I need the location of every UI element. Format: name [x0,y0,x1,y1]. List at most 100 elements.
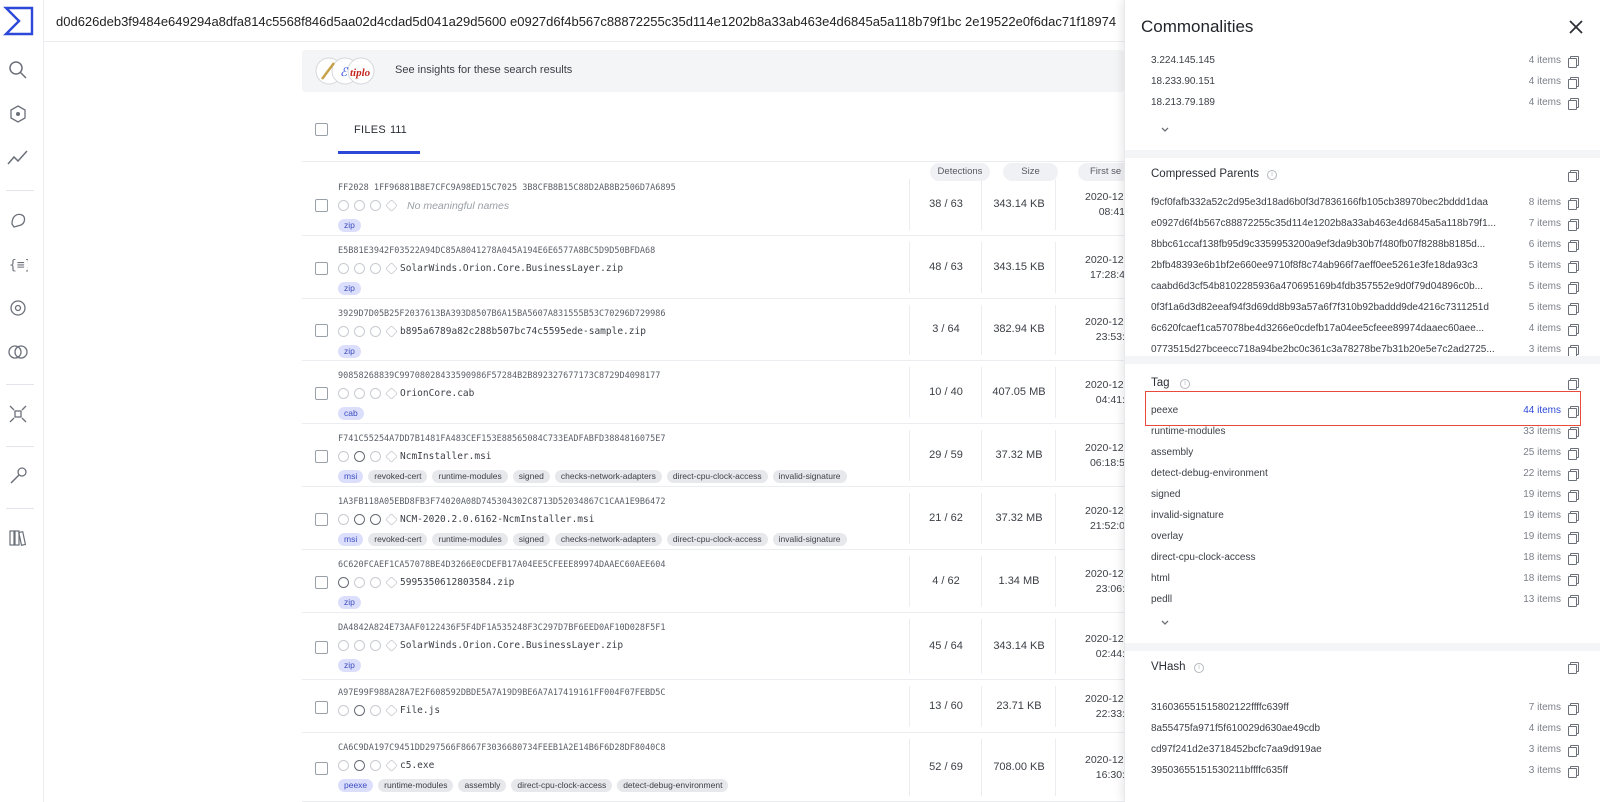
copy-icon[interactable] [1568,490,1579,502]
library-icon[interactable] [6,526,30,550]
tag-item[interactable]: signed 19 items [1151,486,1591,506]
copy-icon[interactable] [1568,469,1579,481]
file-tag[interactable]: zip [338,659,361,672]
tag-item[interactable]: runtime-modules 33 items [1151,423,1591,443]
copy-icon[interactable] [1568,724,1579,736]
file-tag[interactable]: runtime-modules [432,470,508,483]
copy-icon[interactable] [1568,324,1579,336]
copy-icon[interactable] [1568,56,1579,68]
file-tag[interactable]: signed [512,470,550,483]
copy-icon[interactable] [1568,219,1579,231]
search-bar[interactable]: d0d626deb3f9484e649294a8dfa814c5568f846d… [44,0,1124,42]
table-row[interactable]: 90858268839C99708028433590986F57284B2B89… [302,361,1125,424]
tag-item[interactable]: invalid-signature 19 items [1151,507,1591,527]
file-hash[interactable]: 3929D7D05B25F2037613BA393D8507B6A15BA560… [338,309,666,319]
copy-icon[interactable] [1568,662,1579,674]
file-tag[interactable]: revoked-cert [368,533,428,546]
copy-icon[interactable] [1568,406,1579,418]
file-hash[interactable]: FF2028 1FF96881B8E7CFC9A98ED15C7025 3B8C… [338,183,676,193]
tag-item[interactable]: direct-cpu-clock-access 18 items [1151,549,1591,569]
vhash-item[interactable]: 316036551515802122ffffc639ff 7 items [1151,699,1591,719]
file-tag[interactable]: invalid-signature [772,470,847,483]
file-tag[interactable]: revoked-cert [368,470,428,483]
file-tag[interactable]: invalid-signature [772,533,847,546]
file-name[interactable]: OrionCore.cab [400,388,474,399]
file-tag[interactable]: direct-cpu-clock-access [666,533,768,546]
file-tag[interactable]: zip [338,282,361,295]
info-icon[interactable]: i [1267,170,1277,180]
file-tag[interactable]: direct-cpu-clock-access [666,470,768,483]
row-checkbox[interactable] [315,512,328,526]
file-tag[interactable]: zip [338,345,361,358]
row-checkbox[interactable] [315,261,328,275]
tag-item[interactable]: overlay 19 items [1151,528,1591,548]
file-hash[interactable]: 1A3FB118A05EBD8FB3F74020A08D745304302C87… [338,497,666,507]
copy-icon[interactable] [1568,98,1579,110]
tab-files[interactable]: FILES 111 [338,102,420,154]
file-name[interactable]: c5.exe [400,760,434,771]
chevron-down-icon[interactable] [1160,125,1170,135]
copy-icon[interactable] [1568,448,1579,460]
file-tag[interactable]: checks-network-adapters [554,533,662,546]
row-checkbox[interactable] [315,386,328,400]
compressed-parent-item[interactable]: e0927d6f4b567c88872255c35d114e1202b8a33a… [1151,215,1591,235]
file-name[interactable]: b895a6789a82c288b507bc74c5595ede-sample.… [400,326,646,337]
file-hash[interactable]: F741C55254A7DD7B1481FA483CEF153E88565084… [338,434,666,444]
tag-item[interactable]: pedll 13 items [1151,591,1591,611]
tag-item[interactable]: detect-debug-environment 22 items [1151,465,1591,485]
copy-icon[interactable] [1568,378,1579,390]
threat-actor-icon[interactable] [6,208,30,232]
file-hash[interactable]: A97E99F988A28A7E2F608592DBDE5A7A19D9BE6A… [338,688,666,698]
table-row[interactable]: 1A3FB118A05EBD8FB3F74020A08D745304302C87… [302,487,1125,550]
copy-icon[interactable] [1568,303,1579,315]
file-hash[interactable]: DA4842A824E73AAF0122436F5F4DF1A535248F3C… [338,623,666,633]
compressed-parent-item[interactable]: 0f3f1a6d3d82eeaf94f3d69dd8b93a57a6f7f310… [1151,299,1591,319]
file-name[interactable]: NcmInstaller.msi [400,451,492,462]
file-tag[interactable]: detect-debug-environment [617,779,729,792]
copy-icon[interactable] [1568,240,1579,252]
row-checkbox[interactable] [315,575,328,589]
file-name[interactable]: NCM-2020.2.0.6162-NcmInstaller.msi [400,514,594,525]
row-checkbox[interactable] [315,198,328,212]
chevron-down-icon[interactable] [1160,618,1170,628]
search-query[interactable]: d0d626deb3f9484e649294a8dfa814c5568f846d… [56,14,1116,29]
table-row[interactable]: F741C55254A7DD7B1481FA483CEF153E88565084… [302,424,1125,487]
copy-icon[interactable] [1568,766,1579,778]
table-row[interactable]: 6C620FCAEF1CA57078BE4D3266E0CDEFB17A04EE… [302,550,1125,613]
file-tag[interactable]: msi [338,470,364,483]
retrohunt-icon[interactable] [6,296,30,320]
vhash-item[interactable]: 8a55475fa971f5f610029d630ae49cdb 4 items [1151,720,1591,740]
table-row[interactable]: DA4842A824E73AAF0122436F5F4DF1A535248F3C… [302,613,1125,680]
file-tag[interactable]: zip [338,596,361,609]
file-name[interactable]: File.js [400,705,440,716]
file-hash[interactable]: 90858268839C99708028433590986F57284B2B89… [338,371,660,381]
collections-icon[interactable] [6,402,30,426]
row-checkbox[interactable] [315,449,328,463]
info-icon[interactable]: i [1180,379,1190,389]
api-key-icon[interactable] [6,464,30,488]
copy-icon[interactable] [1568,170,1579,182]
file-tag[interactable]: checks-network-adapters [554,470,662,483]
app-logo[interactable] [3,5,35,37]
row-checkbox[interactable] [315,700,328,714]
insights-banner[interactable]: ℰ tiplo See insights for these search re… [302,50,1124,92]
copy-icon[interactable] [1568,345,1579,357]
tag-item[interactable]: html 18 items [1151,570,1591,590]
file-tag[interactable]: runtime-modules [432,533,508,546]
file-hash[interactable]: 6C620FCAEF1CA57078BE4D3266E0CDEFB17A04EE… [338,560,666,570]
ip-item[interactable]: 18.213.79.189 4 items [1151,94,1591,114]
search-icon[interactable] [6,58,30,82]
copy-icon[interactable] [1568,282,1579,294]
ip-item[interactable]: 18.233.90.151 4 items [1151,73,1591,93]
tag-item[interactable]: assembly 25 items [1151,444,1591,464]
graph-icon[interactable] [6,102,30,126]
file-hash[interactable]: E5B81E3942F03522A94DC85A8041278A045A194E… [338,246,655,256]
file-name[interactable]: SolarWinds.Orion.Core.BusinessLayer.zip [400,263,623,274]
file-name[interactable]: No meaningful names [407,200,509,212]
close-icon[interactable] [1567,18,1585,36]
copy-icon[interactable] [1568,511,1579,523]
copy-icon[interactable] [1568,532,1579,544]
select-all-checkbox[interactable] [315,123,328,136]
table-row[interactable]: E5B81E3942F03522A94DC85A8041278A045A194E… [302,236,1125,299]
compressed-parent-item[interactable]: caabd6d3cf54b8102285936a470695169b4fdb35… [1151,278,1591,298]
